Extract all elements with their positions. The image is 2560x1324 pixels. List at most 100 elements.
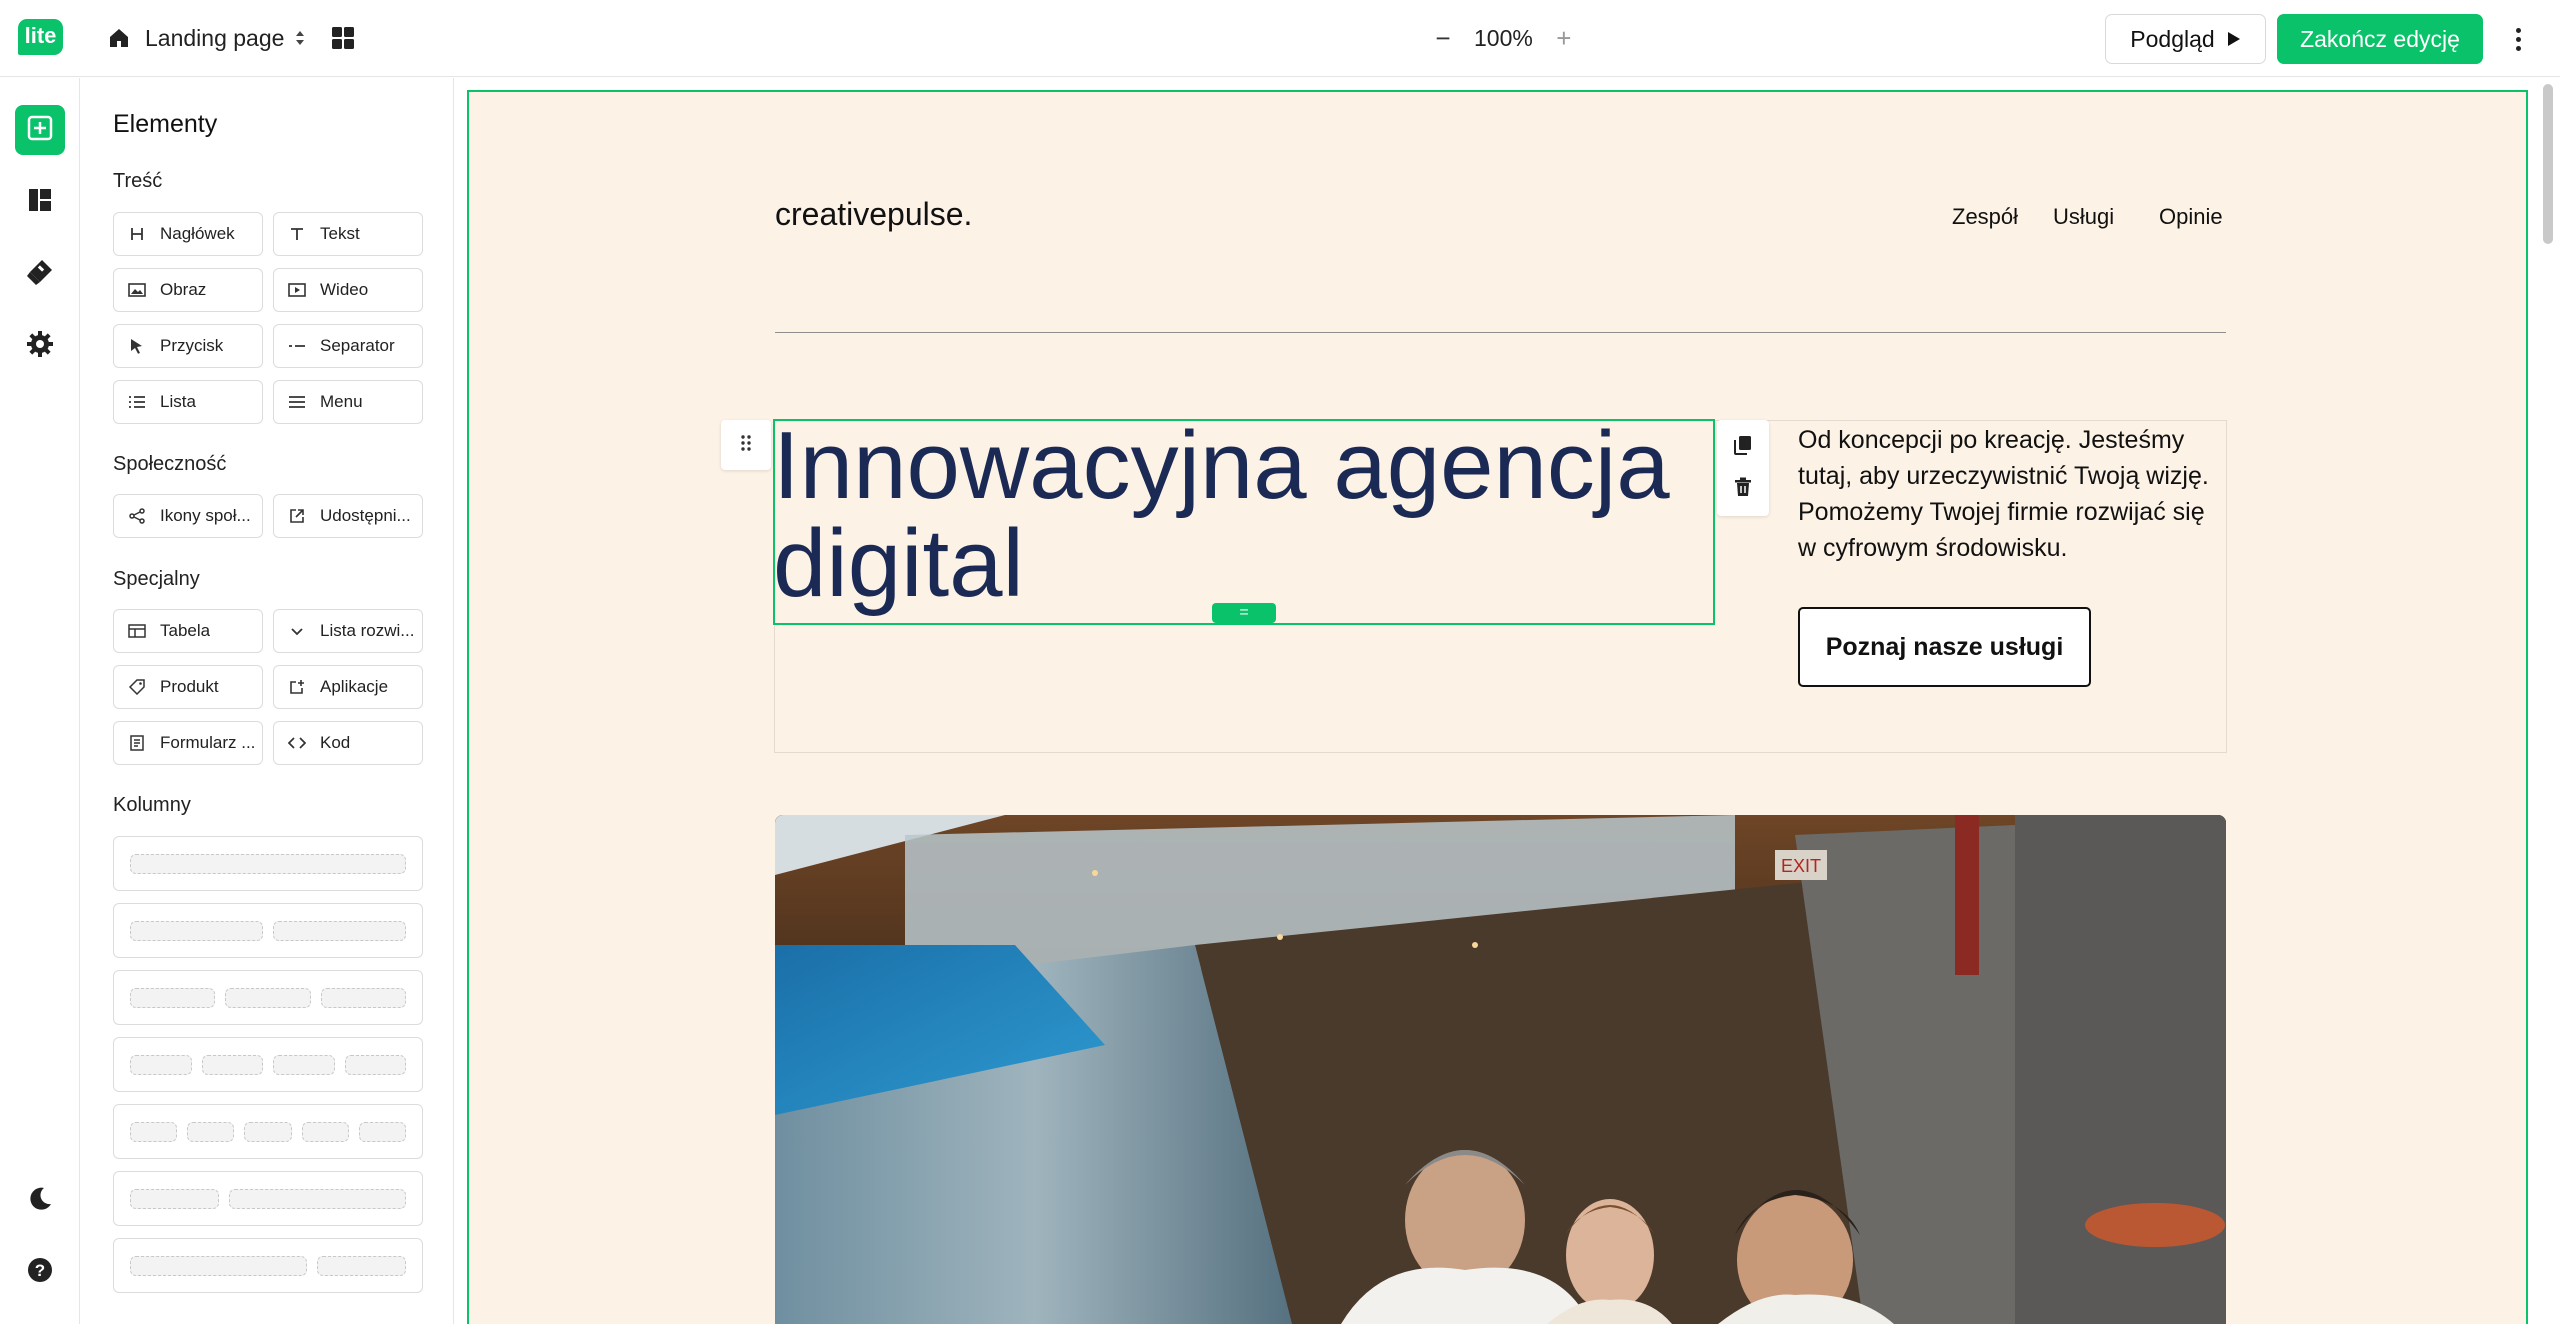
drag-handle[interactable] xyxy=(721,420,771,470)
add-element-button[interactable] xyxy=(15,105,65,155)
element-label: Tekst xyxy=(320,224,360,243)
hero-cta-button[interactable]: Poznaj nasze usługi xyxy=(1798,607,2091,687)
element-apps[interactable]: Aplikacje xyxy=(273,665,423,709)
element-label: Kod xyxy=(320,733,351,752)
trash-icon[interactable] xyxy=(1734,477,1752,502)
zoom-control: − 100% + xyxy=(1430,22,1577,54)
play-icon xyxy=(2227,26,2241,53)
external-link-icon xyxy=(286,505,308,527)
element-menu[interactable]: Menu xyxy=(273,380,423,424)
left-rail: ? xyxy=(0,78,80,1324)
element-separator[interactable]: Separator xyxy=(273,324,423,368)
column-layout-2-1[interactable] xyxy=(113,1238,423,1293)
element-list[interactable]: Lista xyxy=(113,380,263,424)
section-title-special: Specjalny xyxy=(113,568,200,590)
page-canvas[interactable]: creativepulse. Zespół Usługi Opinie Inno… xyxy=(467,90,2528,1324)
top-bar: lite Landing page − 100% + Podgląd Zakoń… xyxy=(0,0,2560,77)
dark-mode-button[interactable] xyxy=(15,1176,65,1226)
section-title-social: Społeczność xyxy=(113,453,227,475)
section-title-columns: Kolumny xyxy=(113,794,191,816)
code-icon xyxy=(286,732,308,754)
hero-paragraph[interactable]: Od koncepcji po kreację. Jesteśmy tutaj,… xyxy=(1798,422,2228,566)
element-code[interactable]: Kod xyxy=(273,721,423,765)
column-layout-4[interactable] xyxy=(113,1037,423,1092)
page-name: Landing page xyxy=(145,24,285,51)
preview-button[interactable]: Podgląd xyxy=(2105,14,2266,64)
design-button[interactable] xyxy=(15,249,65,299)
menu-icon xyxy=(286,391,308,413)
svg-text:EXIT: EXIT xyxy=(1781,856,1821,876)
more-options-icon[interactable] xyxy=(2505,22,2531,56)
element-label: Wideo xyxy=(320,280,369,299)
pages-grid-button[interactable] xyxy=(330,25,358,53)
finish-editing-button[interactable]: Zakończ edycję xyxy=(2277,14,2483,64)
element-button[interactable]: Przycisk xyxy=(113,324,263,368)
site-brand[interactable]: creativepulse. xyxy=(775,196,972,233)
layout-button[interactable] xyxy=(15,177,65,227)
element-dropdown-list[interactable]: Lista rozwi... xyxy=(273,609,423,653)
image-icon xyxy=(126,279,148,301)
column-layout-1-2[interactable] xyxy=(113,1171,423,1226)
element-table[interactable]: Tabela xyxy=(113,609,263,653)
element-image[interactable]: Obraz xyxy=(113,268,263,312)
layout-icon xyxy=(27,187,53,218)
text-icon xyxy=(286,223,308,245)
moon-icon xyxy=(26,1185,54,1218)
separator-icon xyxy=(286,335,308,357)
sort-arrows-icon xyxy=(294,29,306,47)
apps-icon xyxy=(286,676,308,698)
duplicate-icon[interactable] xyxy=(1734,435,1752,460)
element-label: Udostępni... xyxy=(320,506,411,525)
element-label: Obraz xyxy=(160,280,207,299)
element-social-icons[interactable]: Ikony społ... xyxy=(113,494,263,538)
panel-title: Elementy xyxy=(113,110,218,138)
table-icon xyxy=(126,620,148,642)
canvas-scrollbar[interactable] xyxy=(2543,84,2553,244)
element-label: Nagłówek xyxy=(160,224,235,243)
element-label: Tabela xyxy=(160,621,211,640)
help-button[interactable]: ? xyxy=(15,1247,65,1297)
element-toolbar xyxy=(1717,420,1769,516)
page-selector[interactable]: Landing page xyxy=(107,22,306,54)
column-layout-3[interactable] xyxy=(113,970,423,1025)
video-icon xyxy=(286,279,308,301)
element-form[interactable]: Formularz ... xyxy=(113,721,263,765)
element-label: Lista xyxy=(160,392,196,411)
column-layout-2[interactable] xyxy=(113,903,423,958)
heading-icon xyxy=(126,223,148,245)
preview-label: Podgląd xyxy=(2130,25,2215,52)
help-icon: ? xyxy=(26,1256,54,1289)
site-nav-item[interactable]: Usługi xyxy=(2053,204,2114,230)
resize-handle[interactable]: = xyxy=(1212,603,1276,623)
add-element-icon xyxy=(27,115,53,146)
editor-canvas: creativepulse. Zespół Usługi Opinie Inno… xyxy=(455,78,2560,1324)
column-layout-1[interactable] xyxy=(113,836,423,891)
element-label: Aplikacje xyxy=(320,677,389,696)
tag-icon xyxy=(126,676,148,698)
zoom-out-button[interactable]: − xyxy=(1430,23,1456,54)
element-label: Separator xyxy=(320,336,395,355)
app-logo[interactable]: lite xyxy=(18,19,63,55)
grid-icon xyxy=(330,27,356,55)
column-layout-5[interactable] xyxy=(113,1104,423,1159)
element-share[interactable]: Udostępni... xyxy=(273,494,423,538)
selection-outline xyxy=(773,419,1715,625)
element-video[interactable]: Wideo xyxy=(273,268,423,312)
hero-photo[interactable]: EXIT xyxy=(775,815,2226,1324)
list-icon xyxy=(126,391,148,413)
home-icon xyxy=(107,26,131,50)
zoom-level: 100% xyxy=(1474,24,1533,51)
site-nav-item[interactable]: Opinie xyxy=(2159,204,2223,230)
paint-icon xyxy=(26,258,54,291)
elements-panel: Elementy Treść Nagłówek Tekst Obraz Wide… xyxy=(81,78,454,1324)
zoom-in-button[interactable]: + xyxy=(1551,23,1577,54)
element-product[interactable]: Produkt xyxy=(113,665,263,709)
element-text[interactable]: Tekst xyxy=(273,212,423,256)
settings-button[interactable] xyxy=(15,321,65,371)
site-nav-item[interactable]: Zespół xyxy=(1952,204,2018,230)
element-label: Przycisk xyxy=(160,336,224,355)
element-label: Ikony społ... xyxy=(160,506,251,525)
chevron-down-icon xyxy=(286,620,308,642)
element-heading[interactable]: Nagłówek xyxy=(113,212,263,256)
cursor-icon xyxy=(126,335,148,357)
